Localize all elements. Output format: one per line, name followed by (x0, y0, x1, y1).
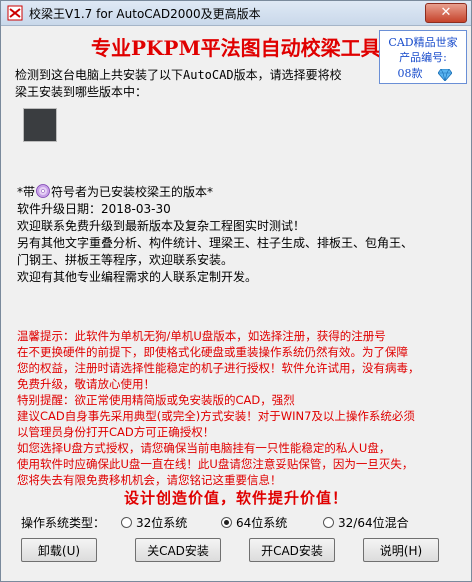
product-headline: 专业PKPM平法图自动校梁工具 (91, 36, 381, 60)
main-content: 专业PKPM平法图自动校梁工具 CAD精品世家 产品编号: 08款 检测到这台电… (1, 26, 471, 581)
os-32bit-radio[interactable]: 32位系统 (121, 514, 187, 531)
info-line: 欢迎联系免费升级到最新版本及复杂工程图实时测试！ (17, 219, 306, 233)
radio-button-selected[interactable] (221, 517, 232, 528)
diamond-icon (437, 66, 453, 82)
notice-line: 特别提醒：欲正常使用精简版或免安装版的CAD，强烈 (17, 393, 295, 407)
update-date: 软件升级日期：2018-03-30 (17, 202, 171, 216)
legend-line: *带 符号者为已安装校梁王的版本* (17, 184, 467, 201)
open-cad-install-button[interactable]: 开CAD安装 (249, 538, 335, 562)
notice-line: 以管理员身份打开CAD方可正确授权！ (17, 425, 215, 439)
info-line: 门钢王、拼板王等程序，欢迎联系安装。 (17, 253, 234, 267)
os-64bit-radio[interactable]: 64位系统 (221, 514, 287, 531)
radio-label: 32/64位混合 (338, 516, 409, 530)
window-title: 校梁王V1.7 for AutoCAD2000及更高版本 (29, 7, 261, 21)
help-button[interactable]: 说明(H) (363, 538, 439, 562)
intro-line: 检测到这台电脑上共安装了以下AutoCAD版本，请选择要将校 (15, 68, 342, 82)
radio-label: 64位系统 (236, 516, 288, 530)
title-bar[interactable]: 校梁王V1.7 for AutoCAD2000及更高版本 ✕ (1, 1, 471, 26)
legend-suffix: 符号者为已安装校梁王的版本* (51, 185, 214, 199)
close-button[interactable]: ✕ (425, 3, 467, 23)
close-cad-install-button[interactable]: 关CAD安装 (135, 538, 221, 562)
legend-prefix: *带 (17, 185, 36, 199)
radio-button[interactable] (121, 517, 132, 528)
radio-button[interactable] (323, 517, 334, 528)
slogan: 设计创造价值，软件提升价值！ (123, 489, 348, 507)
app-icon (7, 5, 23, 21)
notice-line: 您将失去有限免费移机机会，请您铭记这重要信息！ (17, 473, 282, 487)
intro-line: 梁王安装到哪些版本中： (15, 85, 148, 99)
notice-line: 如您选择U盘方式授权，请您确保当前电脑挂有一只性能稳定的私人U盘， (17, 441, 391, 455)
notice-line: 温馨提示：此软件为单机无狗/单机U盘版本，如选择注册，获得的注册号 (17, 329, 386, 343)
info-box-line-1: CAD精品世家 (388, 36, 458, 49)
autocad-version-checkbox[interactable] (23, 108, 57, 142)
intro-text: 检测到这台电脑上共安装了以下AutoCAD版本，请选择要将校 梁王安装到哪些版本… (15, 67, 375, 101)
uninstall-button[interactable]: 卸载(U) (21, 538, 97, 562)
close-icon: ✕ (440, 5, 452, 20)
os-mixed-radio[interactable]: 32/64位混合 (323, 514, 409, 531)
notice-line: 建议CAD自身事先采用典型(或完全)方式安装！对于WIN7及以上操作系统必须 (17, 409, 415, 423)
notice-line: 在不更换硬件的前提下，即使格式化硬盘或重装操作系统仍然有效。为了保障 (17, 345, 408, 359)
os-type-label: 操作系统类型： (21, 516, 106, 530)
notice-line: 使用软件时应确保此U盘一直在线！此U盘请您注意妥贴保管，因为一旦灭失， (17, 457, 414, 471)
notice-line: 您的权益，注册时请选择性能稳定的机子进行授权！软件允许试用，没有病毒， (17, 361, 420, 375)
product-info-box: CAD精品世家 产品编号: 08款 (379, 30, 467, 84)
info-line: 欢迎有其他专业编程需求的人联系定制开发。 (17, 270, 258, 284)
info-box-line-3: 08款 (397, 67, 423, 80)
info-line: 另有其他文字重叠分析、构件统计、理梁王、柱子生成、排板王、包角王、 (17, 236, 414, 250)
installer-window: 校梁王V1.7 for AutoCAD2000及更高版本 ✕ 专业PKPM平法图… (0, 0, 472, 582)
info-box-line-2: 产品编号: (399, 51, 447, 64)
notice-line: 免费升级，敬请放心使用！ (17, 377, 155, 391)
info-block: *带 符号者为已安装校梁王的版本* 软件升级日期：2018-03-30 欢迎联系免… (17, 184, 467, 286)
radio-label: 32位系统 (136, 516, 188, 530)
installed-disc-icon (36, 184, 50, 198)
os-type-selector: 操作系统类型： 32位系统 64位系统 32/64位混合 (21, 512, 471, 532)
warning-notice: 温馨提示：此软件为单机无狗/单机U盘版本，如选择注册，获得的注册号 在不更换硬件… (17, 328, 461, 488)
